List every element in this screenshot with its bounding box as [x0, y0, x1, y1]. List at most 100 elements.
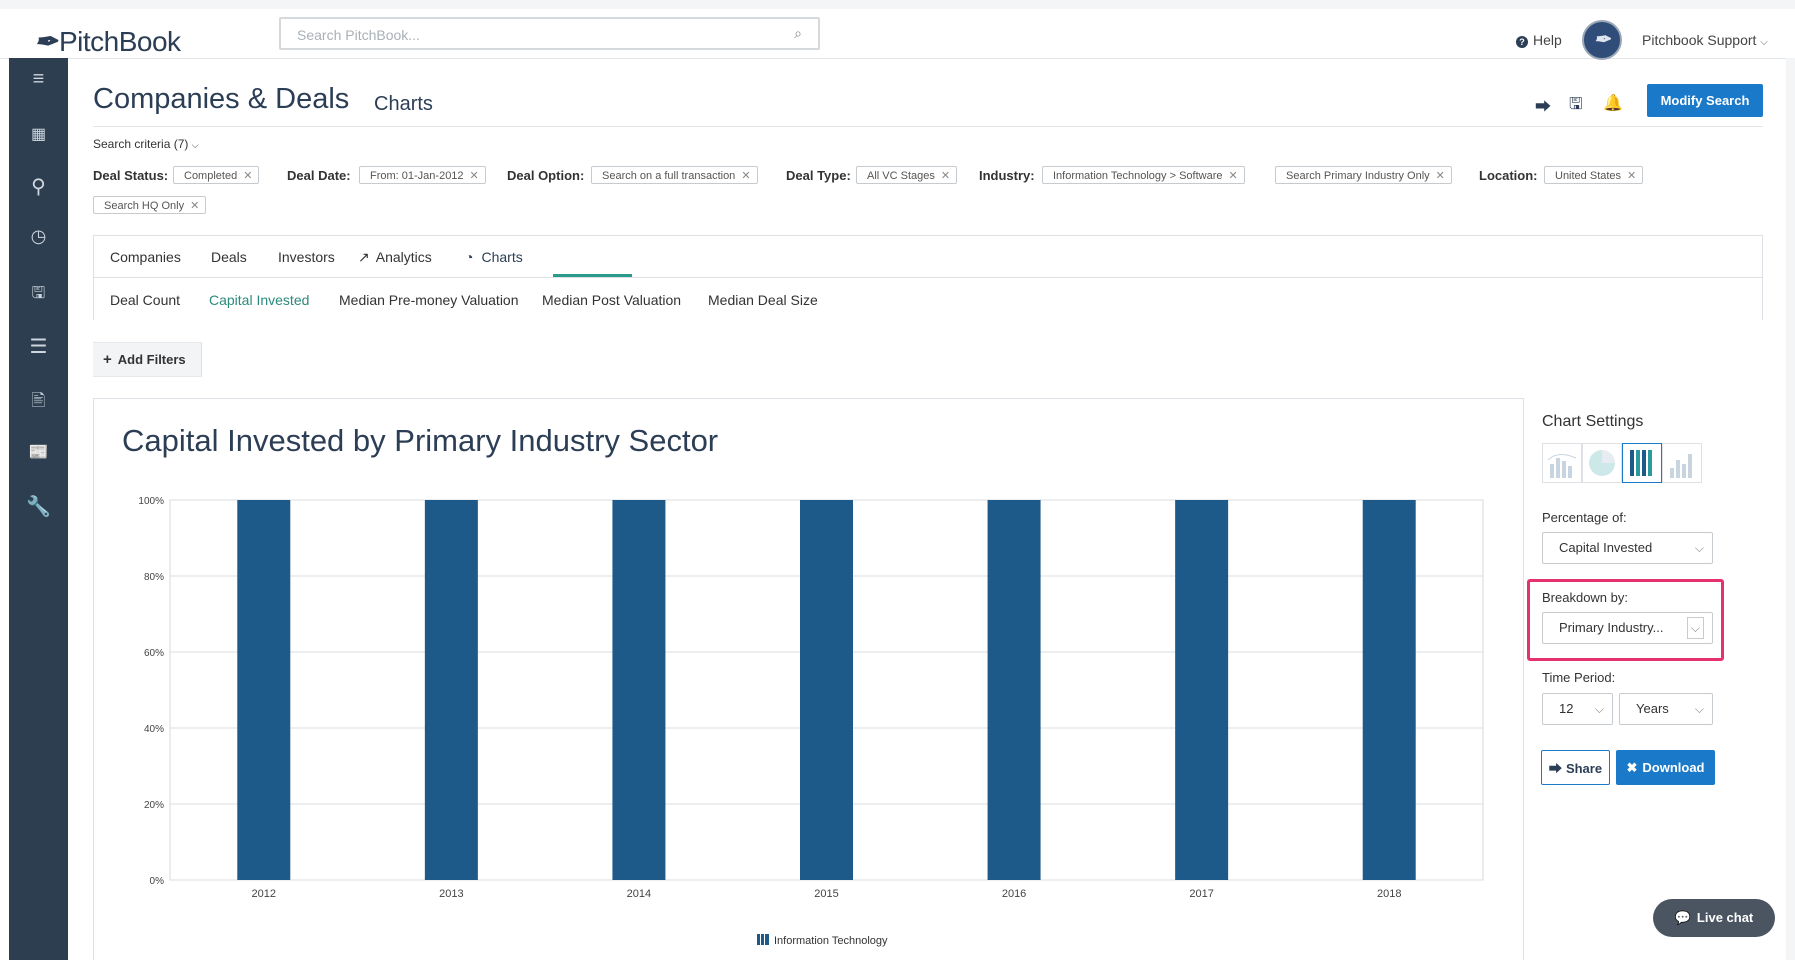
user-menu[interactable]: Pitchbook Support ⌵ [1642, 32, 1768, 48]
user-name: Pitchbook Support [1642, 32, 1757, 48]
subtab-median-pre-money[interactable]: Median Pre-money Valuation [339, 292, 519, 308]
excel-icon: ✖ [1626, 759, 1638, 775]
pitchbook-logo[interactable]: ✒PitchBook [34, 25, 181, 58]
chevron-down-icon: ⌵ [1594, 702, 1604, 716]
top-bar: ✒PitchBook ⌕ ?Help ✒ Pitchbook Support ⌵ [0, 9, 1795, 60]
chip-text: Information Technology > Software [1053, 170, 1223, 182]
chevron-down-icon: ⌵ [1694, 541, 1704, 555]
search-box[interactable]: ⌕ [279, 17, 820, 50]
close-icon[interactable]: ✕ [741, 170, 750, 182]
select-value: Years [1636, 701, 1669, 716]
criteria-chip[interactable]: All VC Stages ✕ [856, 166, 958, 184]
news-icon[interactable]: 📰 [9, 442, 68, 462]
close-icon[interactable]: ✕ [1436, 170, 1445, 182]
grouped-bar-type-icon[interactable] [1662, 443, 1702, 483]
close-icon[interactable]: ✕ [190, 200, 199, 212]
close-icon[interactable]: ✕ [1228, 170, 1237, 182]
percentage-label: Percentage of: [1542, 510, 1627, 525]
subtab-median-post[interactable]: Median Post Valuation [542, 292, 681, 308]
chip-text: All VC Stages [867, 170, 935, 182]
chart-legend[interactable]: Information Technology [757, 934, 888, 947]
subtab-capital-invested[interactable]: Capital Invested [209, 292, 309, 308]
add-filters-button[interactable]: + Add Filters [93, 342, 202, 377]
page-title: Companies & Deals [93, 83, 350, 115]
tab-label: Analytics [375, 249, 432, 265]
criteria-chip[interactable]: Completed ✕ [173, 166, 260, 184]
save-icon[interactable]: 🖫 [1569, 93, 1583, 120]
percentage-select[interactable]: Capital Invested ⌵ [1542, 532, 1713, 564]
history-icon[interactable]: ◷ [9, 226, 68, 247]
download-button[interactable]: ✖ Download [1616, 750, 1715, 785]
page-subtitle: Charts [374, 93, 433, 115]
close-icon[interactable]: ✕ [941, 170, 950, 182]
pie-chart-type-icon[interactable] [1582, 443, 1622, 483]
criteria-chip[interactable]: Search on a full transaction ✕ [591, 166, 758, 184]
time-unit-select[interactable]: Years ⌵ [1619, 693, 1713, 725]
help-link[interactable]: ? Help [1516, 32, 1562, 48]
x-tick-label: 2017 [1189, 888, 1213, 900]
stacked-bar-type-icon[interactable] [1622, 443, 1662, 483]
plus-icon: + [103, 351, 112, 368]
chart-settings-panel: Chart Settings Percentage of: Capital In… [1523, 398, 1764, 960]
save-nav-icon[interactable]: 🖫 [9, 282, 68, 309]
feather-icon: ✒ [34, 26, 57, 57]
pie-chart-icon: ◔ [465, 249, 474, 265]
tab-charts[interactable]: ◔ Charts [465, 249, 523, 265]
criteria-chip[interactable]: United States ✕ [1544, 166, 1644, 184]
tab-investors[interactable]: Investors [278, 249, 335, 265]
time-count-select[interactable]: 12 ⌵ [1542, 693, 1613, 725]
chevron-down-icon: ⌵ [191, 140, 199, 150]
sub-tabs: Deal Count Capital Invested Median Pre-m… [93, 277, 1763, 321]
x-tick-label: 2015 [814, 888, 838, 900]
criteria-label-location: Location: [1479, 168, 1538, 183]
main-tabs: Companies Deals Investors ↗ Analytics ◔ Ch… [93, 235, 1763, 278]
bell-icon[interactable]: 🔔 [1603, 93, 1623, 113]
time-period-label: Time Period: [1542, 670, 1616, 685]
dashboard-icon[interactable]: ▦ [9, 124, 68, 144]
close-icon[interactable]: ✕ [470, 170, 479, 182]
document-icon[interactable]: 🖹 [9, 388, 68, 417]
criteria-chip[interactable]: Information Technology > Software ✕ [1042, 166, 1245, 184]
filters-row: + Add Filters [93, 320, 1763, 399]
menu-icon[interactable]: ≡ [9, 68, 68, 91]
criteria-chip[interactable]: From: 01-Jan-2012 ✕ [359, 166, 486, 184]
search-input[interactable] [281, 19, 779, 50]
chip-text: Search on a full transaction [602, 170, 736, 182]
legend-label: Information Technology [774, 935, 888, 947]
share-icon[interactable]: ⮕ [1535, 93, 1551, 117]
criteria-chip[interactable]: Search HQ Only ✕ [93, 196, 207, 214]
avatar[interactable]: ✒ [1582, 20, 1622, 60]
bar-chart-type-icon[interactable] [1542, 443, 1582, 483]
share-button[interactable]: ⮕ Share [1541, 750, 1610, 785]
search-icon[interactable]: ⌕ [794, 25, 802, 42]
bar-chart: 0% 20% 40% 60% 80% 100% 2012 2013 2014 2015 2016 20… [138, 496, 1484, 900]
bar [1362, 500, 1416, 880]
x-tick-label: 2013 [439, 888, 463, 900]
help-label: Help [1533, 32, 1562, 48]
tab-companies[interactable]: Companies [110, 249, 181, 265]
search-criteria-toggle[interactable]: Search criteria (7) ⌵ [93, 137, 199, 151]
tab-analytics[interactable]: ↗ Analytics [358, 249, 432, 266]
y-tick-label: 0% [150, 876, 165, 887]
tab-deals[interactable]: Deals [211, 249, 247, 265]
close-icon[interactable]: ✕ [1627, 170, 1636, 182]
add-filters-label: Add Filters [117, 352, 186, 367]
share-label: Share [1565, 761, 1603, 776]
chip-text: From: 01-Jan-2012 [370, 170, 464, 182]
wrench-icon[interactable]: 🔧 [9, 494, 68, 519]
chip-text: Search Primary Industry Only [1286, 170, 1430, 182]
select-value: Capital Invested [1559, 540, 1653, 555]
title-divider [93, 126, 1763, 127]
subtab-deal-count[interactable]: Deal Count [110, 292, 180, 308]
subtab-median-deal-size[interactable]: Median Deal Size [708, 292, 818, 308]
close-icon[interactable]: ✕ [243, 170, 252, 182]
chevron-down-icon: ⌵ [1760, 37, 1768, 48]
x-tick-label: 2018 [1377, 888, 1401, 900]
criteria-label: Search criteria (7) [93, 137, 189, 151]
bar [237, 500, 291, 880]
search-nav-icon[interactable]: ⚲ [9, 174, 68, 199]
list-icon[interactable]: ☰ [9, 334, 68, 359]
modify-search-button[interactable]: Modify Search [1647, 84, 1763, 117]
live-chat-button[interactable]: 💬 Live chat [1653, 899, 1775, 937]
criteria-chip[interactable]: Search Primary Industry Only ✕ [1275, 166, 1452, 184]
